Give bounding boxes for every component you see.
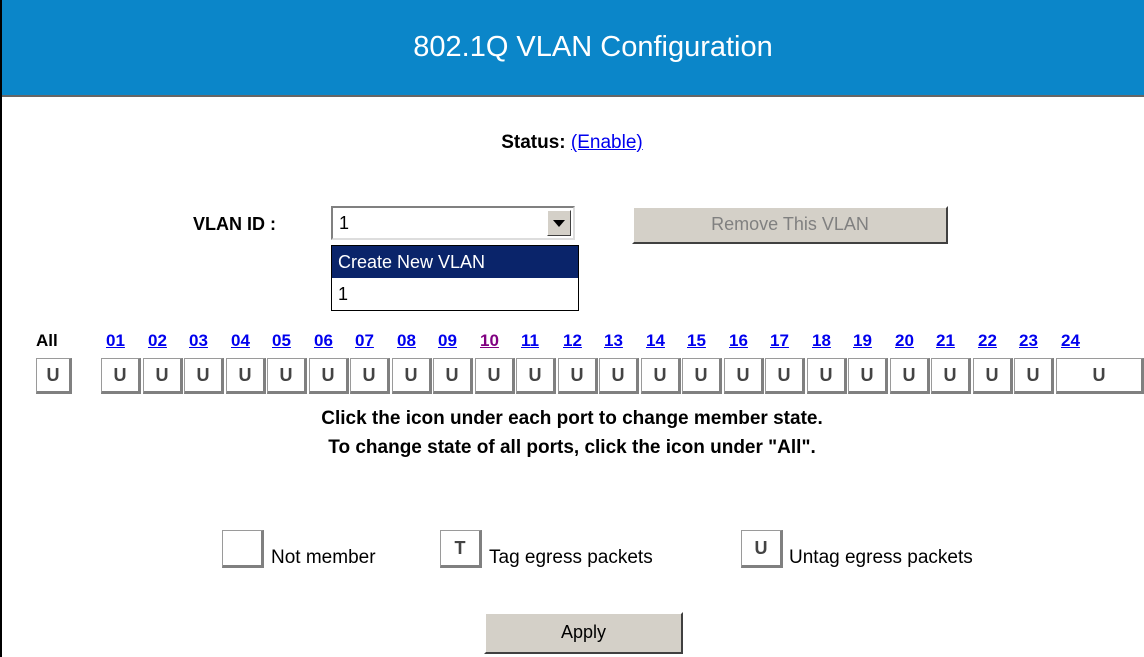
port-state-icon-22[interactable]: U	[973, 358, 1013, 394]
port-state-icon-10[interactable]: U	[475, 358, 515, 394]
all-ports-label: All	[36, 331, 58, 350]
port-state-icon-24[interactable]: U	[1056, 358, 1144, 394]
port-state-icon-15[interactable]: U	[682, 358, 722, 394]
port-state-icon-04[interactable]: U	[226, 358, 266, 394]
port-state-icon-07[interactable]: U	[350, 358, 390, 394]
port-label-19[interactable]: 19	[853, 331, 872, 351]
status-row: Status: (Enable)	[0, 132, 1144, 154]
not-member-icon	[222, 530, 264, 568]
port-state-icon-11[interactable]: U	[516, 358, 556, 394]
instruction-line-1: Click the icon under each port to change…	[321, 408, 823, 429]
status-enable-link[interactable]: (Enable)	[571, 132, 643, 153]
dropdown-option-vlan-1[interactable]: 1	[332, 278, 578, 310]
instruction-line-2: To change state of all ports, click the …	[328, 437, 816, 458]
vlan-id-select[interactable]: 1	[331, 206, 575, 240]
port-label-01[interactable]: 01	[106, 331, 125, 351]
port-state-icon-03[interactable]: U	[184, 358, 224, 394]
tag-egress-icon: T	[440, 530, 482, 568]
status-label: Status:	[501, 132, 566, 153]
apply-button[interactable]: Apply	[484, 612, 683, 654]
port-state-icon-14[interactable]: U	[641, 358, 681, 394]
port-label-08[interactable]: 08	[397, 331, 416, 351]
port-state-icon-06[interactable]: U	[309, 358, 349, 394]
port-state-icon-17[interactable]: U	[765, 358, 805, 394]
vlan-id-dropdown-list: Create New VLAN 1	[331, 245, 579, 311]
port-label-21[interactable]: 21	[936, 331, 955, 351]
port-state-icon-21[interactable]: U	[931, 358, 971, 394]
port-label-14[interactable]: 14	[646, 331, 665, 351]
port-state-icon-09[interactable]: U	[433, 358, 473, 394]
vlan-id-label: VLAN ID :	[193, 214, 276, 234]
port-label-22[interactable]: 22	[978, 331, 997, 351]
not-member-label: Not member	[271, 547, 376, 568]
remove-vlan-button[interactable]: Remove This VLAN	[632, 206, 948, 244]
port-state-icon-13[interactable]: U	[599, 358, 639, 394]
port-label-11[interactable]: 11	[521, 331, 539, 351]
port-label-07[interactable]: 07	[355, 331, 374, 351]
chevron-down-icon[interactable]	[547, 210, 571, 236]
port-label-24[interactable]: 24	[1061, 331, 1080, 351]
port-label-05[interactable]: 05	[272, 331, 291, 351]
port-state-icon-01[interactable]: U	[101, 358, 141, 394]
tag-egress-label: Tag egress packets	[489, 547, 653, 568]
port-label-15[interactable]: 15	[687, 331, 706, 351]
page-title: 802.1Q VLAN Configuration	[2, 0, 1144, 97]
untag-egress-icon: U	[741, 530, 783, 568]
port-label-16[interactable]: 16	[729, 331, 748, 351]
port-label-10[interactable]: 10	[480, 331, 499, 351]
all-ports-state-icon[interactable]: U	[36, 358, 72, 394]
port-label-20[interactable]: 20	[895, 331, 914, 351]
port-label-09[interactable]: 09	[438, 331, 457, 351]
port-state-icon-12[interactable]: U	[558, 358, 598, 394]
port-state-icon-16[interactable]: U	[724, 358, 764, 394]
port-label-12[interactable]: 12	[563, 331, 582, 351]
port-state-icon-02[interactable]: U	[143, 358, 183, 394]
port-state-icon-08[interactable]: U	[392, 358, 432, 394]
port-label-03[interactable]: 03	[189, 331, 208, 351]
port-state-icon-19[interactable]: U	[848, 358, 888, 394]
vlan-id-selected-value: 1	[339, 213, 350, 233]
untag-egress-label: Untag egress packets	[789, 547, 973, 568]
port-label-06[interactable]: 06	[314, 331, 333, 351]
port-state-icon-18[interactable]: U	[807, 358, 847, 394]
port-state-icon-20[interactable]: U	[890, 358, 930, 394]
port-state-icon-05[interactable]: U	[267, 358, 307, 394]
port-label-04[interactable]: 04	[231, 331, 250, 351]
port-state-icon-23[interactable]: U	[1014, 358, 1054, 394]
port-label-23[interactable]: 23	[1019, 331, 1038, 351]
port-label-17[interactable]: 17	[770, 331, 789, 351]
port-label-13[interactable]: 13	[604, 331, 623, 351]
dropdown-option-create-new-vlan[interactable]: Create New VLAN	[332, 246, 578, 278]
port-label-18[interactable]: 18	[812, 331, 831, 351]
port-label-02[interactable]: 02	[148, 331, 167, 351]
